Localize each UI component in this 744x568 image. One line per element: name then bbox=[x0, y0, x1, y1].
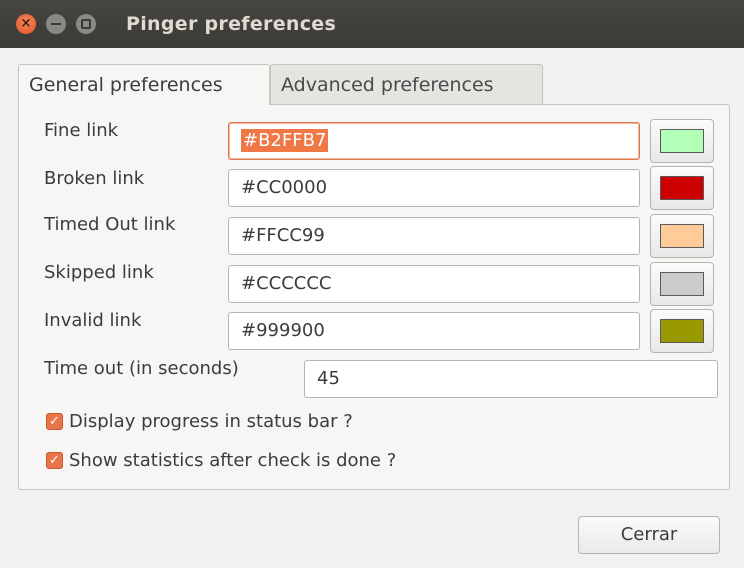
close-button[interactable]: Cerrar bbox=[578, 516, 720, 554]
tab-advanced-preferences[interactable]: Advanced preferences bbox=[270, 64, 543, 104]
skipped-link-label: Skipped link bbox=[44, 262, 154, 283]
invalid-link-color-button[interactable] bbox=[650, 309, 714, 353]
window-title: Pinger preferences bbox=[126, 13, 337, 35]
display-progress-label: Display progress in status bar ? bbox=[69, 411, 353, 432]
invalid-link-color-input[interactable]: #999900 bbox=[228, 312, 640, 350]
fine-link-color-button[interactable] bbox=[650, 119, 714, 163]
broken-link-color-button[interactable] bbox=[650, 166, 714, 210]
fine-link-color-value: #B2FFB7 bbox=[241, 129, 329, 152]
checkbox-checked-icon: ✓ bbox=[46, 413, 63, 430]
fine-link-color-input[interactable]: #B2FFB7 bbox=[228, 122, 640, 160]
invalid-link-label: Invalid link bbox=[44, 310, 142, 331]
close-window-icon[interactable]: × bbox=[16, 14, 36, 34]
display-progress-checkbox[interactable]: ✓ Display progress in status bar ? bbox=[46, 411, 353, 432]
fine-link-label: Fine link bbox=[44, 120, 119, 141]
timed-out-link-color-button[interactable] bbox=[650, 214, 714, 258]
tab-general-preferences[interactable]: General preferences bbox=[18, 64, 270, 105]
timeout-input[interactable]: 45 bbox=[304, 360, 718, 398]
timed-out-link-color-input[interactable]: #FFCC99 bbox=[228, 217, 640, 255]
skipped-link-swatch bbox=[660, 272, 704, 296]
skipped-link-color-button[interactable] bbox=[650, 262, 714, 306]
maximize-window-icon[interactable] bbox=[76, 14, 96, 34]
broken-link-label: Broken link bbox=[44, 168, 145, 189]
title-bar: × Pinger preferences bbox=[0, 0, 744, 48]
checkbox-checked-icon: ✓ bbox=[46, 452, 63, 469]
broken-link-swatch bbox=[660, 176, 704, 200]
broken-link-color-input[interactable]: #CC0000 bbox=[228, 169, 640, 207]
timeout-label: Time out (in seconds) bbox=[44, 358, 239, 379]
timed-out-link-label: Timed Out link bbox=[44, 214, 176, 235]
invalid-link-swatch bbox=[660, 319, 704, 343]
minimize-window-icon[interactable] bbox=[46, 14, 66, 34]
timed-out-link-swatch bbox=[660, 224, 704, 248]
fine-link-swatch bbox=[660, 129, 704, 153]
skipped-link-color-input[interactable]: #CCCCCC bbox=[228, 265, 640, 303]
show-statistics-label: Show statistics after check is done ? bbox=[69, 450, 397, 471]
show-statistics-checkbox[interactable]: ✓ Show statistics after check is done ? bbox=[46, 450, 396, 471]
